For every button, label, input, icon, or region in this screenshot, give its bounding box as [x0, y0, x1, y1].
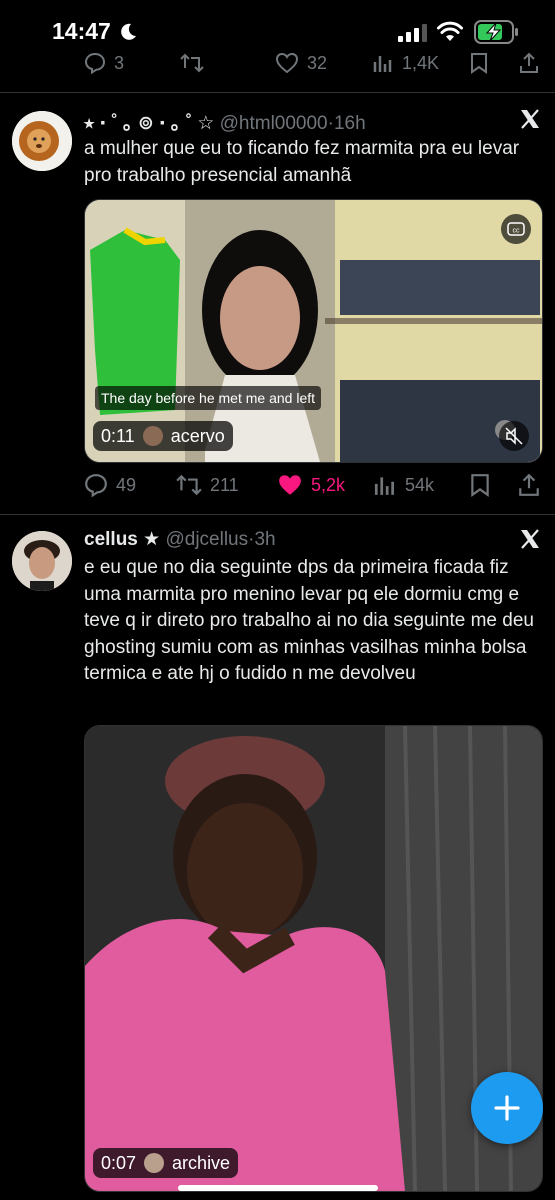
share-icon [519, 473, 539, 496]
author-handle[interactable]: @html00000 [220, 113, 328, 134]
share-button[interactable] [518, 52, 540, 74]
retweet-count: 211 [210, 474, 239, 495]
reply-button[interactable]: 49 [84, 473, 136, 497]
heart-filled-icon [279, 475, 301, 495]
tweet-header: ⭑ ‧ ˚ ｡ ⊚ ‧ ｡ ˚ ☆ @html00000·16h [84, 108, 366, 135]
avatar[interactable] [12, 531, 72, 591]
status-time: 14:47 [52, 18, 111, 44]
video-caption: The day before he met me and left [95, 386, 322, 410]
mute-button[interactable] [499, 421, 529, 451]
like-button[interactable]: 32 [275, 52, 327, 74]
wifi-icon [437, 21, 463, 41]
views-icon [373, 56, 392, 72]
tweet-time[interactable]: 16h [334, 113, 366, 134]
video-source: acervo [170, 426, 225, 446]
view-count: 54k [405, 474, 435, 495]
x-logo-icon [521, 109, 539, 129]
user-avatar-image [12, 531, 72, 591]
reply-button[interactable]: 3 [84, 52, 124, 74]
views-button[interactable]: 54k [373, 473, 434, 497]
views-icon [374, 477, 394, 495]
video-duration: 0:11 [101, 426, 135, 446]
tweet-time[interactable]: 3h [254, 529, 275, 550]
like-button[interactable]: 5,2k [277, 473, 345, 497]
cc-label: cc [513, 228, 521, 235]
compose-button[interactable] [471, 1072, 543, 1144]
cc-icon: cc [507, 222, 525, 236]
author-name[interactable]: cellus ★ [84, 529, 160, 550]
retweet-icon [176, 474, 202, 496]
video-source: archive [172, 1153, 231, 1173]
captions-button[interactable]: cc [501, 214, 531, 244]
bookmark-icon [471, 474, 489, 497]
moon-icon [121, 23, 136, 40]
video-duration: 0:07 [101, 1153, 137, 1173]
x-logo-icon [521, 529, 539, 549]
battery-charging-icon [474, 20, 518, 44]
bookmark-button[interactable] [469, 52, 489, 74]
share-button[interactable] [517, 473, 541, 497]
previous-tweet-actions: 3 32 1,4K [0, 50, 555, 86]
reply-icon [84, 52, 106, 74]
source-avatar [144, 1153, 165, 1173]
avatar[interactable] [12, 111, 72, 171]
author-handle[interactable]: @djcellus [165, 529, 248, 550]
tweet-text: a mulher que eu to ficando fez marmita p… [84, 138, 520, 186]
tweet-video[interactable]: cc The day before he met me and left 0:1… [84, 199, 543, 463]
like-count: 5,2k [311, 474, 346, 495]
video-duration-pill: 0:07 archive [93, 1148, 239, 1178]
tweet-card[interactable]: ⭑ ‧ ˚ ｡ ⊚ ‧ ｡ ˚ ☆ @html00000·16h a mulhe… [0, 93, 555, 514]
like-count: 32 [307, 52, 328, 73]
tweet-actions: 49 211 5,2k 54k [84, 473, 540, 503]
heart-icon [275, 52, 299, 74]
reply-count: 49 [116, 474, 137, 495]
share-icon [520, 52, 538, 73]
home-indicator[interactable] [178, 1185, 378, 1191]
speaker-muted-icon [505, 427, 523, 445]
source-avatar [142, 426, 163, 446]
tweet-text: e eu que no dia seguinte dps da primeira… [84, 557, 534, 684]
bookmark-icon [471, 53, 487, 74]
reply-count: 3 [114, 52, 125, 73]
tweet-header: cellus ★ @djcellus·3h [84, 528, 276, 551]
retweet-button[interactable]: 211 [176, 473, 239, 497]
view-count: 1,4K [402, 52, 440, 73]
views-button[interactable]: 1,4K [372, 52, 439, 74]
reply-icon [85, 474, 107, 497]
author-name[interactable]: ⭑ ‧ ˚ ｡ ⊚ ‧ ｡ ˚ ☆ [84, 113, 214, 134]
video-duration-pill: 0:11 acervo [93, 421, 233, 451]
bookmark-button[interactable] [469, 473, 491, 497]
plus-icon [494, 1095, 520, 1121]
lion-avatar-image [12, 111, 72, 171]
retweet-button[interactable] [180, 52, 204, 74]
cellular-signal-icon [398, 24, 427, 42]
retweet-icon [180, 53, 204, 73]
